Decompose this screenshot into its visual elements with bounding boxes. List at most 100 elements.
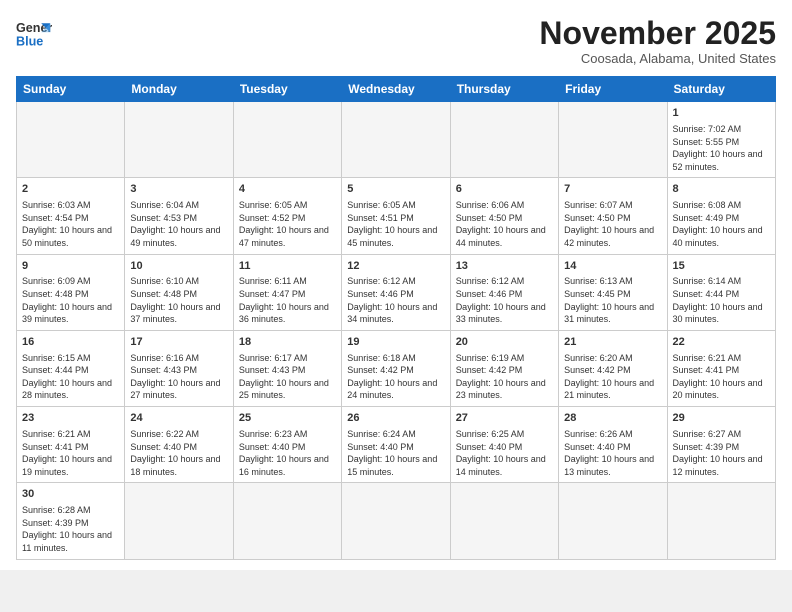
day-number: 8 bbox=[673, 182, 770, 197]
day-cell bbox=[450, 102, 558, 178]
day-info: Sunrise: 6:17 AM Sunset: 4:43 PM Dayligh… bbox=[239, 352, 336, 402]
day-info: Sunrise: 6:24 AM Sunset: 4:40 PM Dayligh… bbox=[347, 428, 444, 478]
day-cell: 13Sunrise: 6:12 AM Sunset: 4:46 PM Dayli… bbox=[450, 254, 558, 330]
day-number: 21 bbox=[564, 335, 661, 350]
title-block: November 2025 Coosada, Alabama, United S… bbox=[539, 16, 776, 66]
location: Coosada, Alabama, United States bbox=[539, 51, 776, 66]
day-cell bbox=[125, 483, 233, 559]
day-cell: 11Sunrise: 6:11 AM Sunset: 4:47 PM Dayli… bbox=[233, 254, 341, 330]
day-info: Sunrise: 6:13 AM Sunset: 4:45 PM Dayligh… bbox=[564, 275, 661, 325]
day-number: 7 bbox=[564, 182, 661, 197]
calendar: SundayMondayTuesdayWednesdayThursdayFrid… bbox=[16, 76, 776, 559]
day-cell: 9Sunrise: 6:09 AM Sunset: 4:48 PM Daylig… bbox=[17, 254, 125, 330]
day-cell: 16 Sunrise: 6:15 AM Sunset: 4:44 PM Dayli… bbox=[17, 330, 125, 406]
week-row-5: 30 Sunrise: 6:28 AM Sunset: 4:39 PM Dayli… bbox=[17, 483, 776, 559]
day-number: 2 bbox=[22, 182, 119, 197]
day-info: Sunrise: 6:19 AM Sunset: 4:42 PM Dayligh… bbox=[456, 352, 553, 402]
day-number: 18 bbox=[239, 335, 336, 350]
day-number: 13 bbox=[456, 259, 553, 274]
day-number: 22 bbox=[673, 335, 770, 350]
day-number: 30 bbox=[22, 487, 119, 502]
day-cell bbox=[17, 102, 125, 178]
day-number: 5 bbox=[347, 182, 444, 197]
day-cell: 25Sunrise: 6:23 AM Sunset: 4:40 PM Dayli… bbox=[233, 407, 341, 483]
day-cell bbox=[125, 102, 233, 178]
day-cell bbox=[342, 483, 450, 559]
day-cell bbox=[233, 102, 341, 178]
day-info: Sunrise: 6:15 AM Sunset: 4:44 PM Dayligh… bbox=[22, 352, 119, 402]
day-cell: 8 Sunrise: 6:08 AM Sunset: 4:49 PM Daylig… bbox=[667, 178, 775, 254]
day-info: Sunrise: 6:28 AM Sunset: 4:39 PM Dayligh… bbox=[22, 504, 119, 554]
day-cell: 5 Sunrise: 6:05 AM Sunset: 4:51 PM Daylig… bbox=[342, 178, 450, 254]
day-cell: 1Sunrise: 7:02 AM Sunset: 5:55 PM Daylig… bbox=[667, 102, 775, 178]
day-number: 26 bbox=[347, 411, 444, 426]
day-number: 23 bbox=[22, 411, 119, 426]
day-number: 24 bbox=[130, 411, 227, 426]
header: General Blue November 2025 Coosada, Alab… bbox=[16, 16, 776, 66]
day-cell: 14Sunrise: 6:13 AM Sunset: 4:45 PM Dayli… bbox=[559, 254, 667, 330]
day-cell: 26 Sunrise: 6:24 AM Sunset: 4:40 PM Dayli… bbox=[342, 407, 450, 483]
day-cell: 15Sunrise: 6:14 AM Sunset: 4:44 PM Dayli… bbox=[667, 254, 775, 330]
day-info: Sunrise: 6:06 AM Sunset: 4:50 PM Dayligh… bbox=[456, 199, 553, 249]
day-cell bbox=[233, 483, 341, 559]
col-header-saturday: Saturday bbox=[667, 77, 775, 102]
col-header-friday: Friday bbox=[559, 77, 667, 102]
day-number: 27 bbox=[456, 411, 553, 426]
day-number: 28 bbox=[564, 411, 661, 426]
day-cell bbox=[559, 102, 667, 178]
day-cell: 24Sunrise: 6:22 AM Sunset: 4:40 PM Dayli… bbox=[125, 407, 233, 483]
svg-text:Blue: Blue bbox=[16, 35, 43, 49]
col-header-sunday: Sunday bbox=[17, 77, 125, 102]
day-info: Sunrise: 6:14 AM Sunset: 4:44 PM Dayligh… bbox=[673, 275, 770, 325]
day-number: 10 bbox=[130, 259, 227, 274]
day-info: Sunrise: 6:23 AM Sunset: 4:40 PM Dayligh… bbox=[239, 428, 336, 478]
day-number: 15 bbox=[673, 259, 770, 274]
col-header-monday: Monday bbox=[125, 77, 233, 102]
day-cell: 30 Sunrise: 6:28 AM Sunset: 4:39 PM Dayli… bbox=[17, 483, 125, 559]
day-cell: 19Sunrise: 6:18 AM Sunset: 4:42 PM Dayli… bbox=[342, 330, 450, 406]
day-cell: 23 Sunrise: 6:21 AM Sunset: 4:41 PM Dayli… bbox=[17, 407, 125, 483]
logo-icon: General Blue bbox=[16, 16, 52, 52]
week-row-2: 9Sunrise: 6:09 AM Sunset: 4:48 PM Daylig… bbox=[17, 254, 776, 330]
day-info: Sunrise: 6:09 AM Sunset: 4:48 PM Dayligh… bbox=[22, 275, 119, 325]
day-cell: 27Sunrise: 6:25 AM Sunset: 4:40 PM Dayli… bbox=[450, 407, 558, 483]
day-info: Sunrise: 6:08 AM Sunset: 4:49 PM Dayligh… bbox=[673, 199, 770, 249]
day-number: 6 bbox=[456, 182, 553, 197]
day-info: Sunrise: 6:12 AM Sunset: 4:46 PM Dayligh… bbox=[456, 275, 553, 325]
day-number: 20 bbox=[456, 335, 553, 350]
day-info: Sunrise: 6:16 AM Sunset: 4:43 PM Dayligh… bbox=[130, 352, 227, 402]
day-info: Sunrise: 6:03 AM Sunset: 4:54 PM Dayligh… bbox=[22, 199, 119, 249]
day-cell: 4 Sunrise: 6:05 AM Sunset: 4:52 PM Daylig… bbox=[233, 178, 341, 254]
month-title: November 2025 bbox=[539, 16, 776, 51]
calendar-header-row: SundayMondayTuesdayWednesdayThursdayFrid… bbox=[17, 77, 776, 102]
day-number: 4 bbox=[239, 182, 336, 197]
day-number: 16 bbox=[22, 335, 119, 350]
day-number: 1 bbox=[673, 106, 770, 121]
day-info: Sunrise: 6:05 AM Sunset: 4:51 PM Dayligh… bbox=[347, 199, 444, 249]
col-header-thursday: Thursday bbox=[450, 77, 558, 102]
week-row-0: 1Sunrise: 7:02 AM Sunset: 5:55 PM Daylig… bbox=[17, 102, 776, 178]
day-info: Sunrise: 6:12 AM Sunset: 4:46 PM Dayligh… bbox=[347, 275, 444, 325]
day-number: 29 bbox=[673, 411, 770, 426]
day-number: 14 bbox=[564, 259, 661, 274]
day-number: 3 bbox=[130, 182, 227, 197]
day-cell: 2 Sunrise: 6:03 AM Sunset: 4:54 PM Daylig… bbox=[17, 178, 125, 254]
week-row-4: 23 Sunrise: 6:21 AM Sunset: 4:41 PM Dayli… bbox=[17, 407, 776, 483]
week-row-1: 2 Sunrise: 6:03 AM Sunset: 4:54 PM Daylig… bbox=[17, 178, 776, 254]
day-info: Sunrise: 6:05 AM Sunset: 4:52 PM Dayligh… bbox=[239, 199, 336, 249]
day-cell bbox=[342, 102, 450, 178]
day-cell: 29Sunrise: 6:27 AM Sunset: 4:39 PM Dayli… bbox=[667, 407, 775, 483]
day-number: 12 bbox=[347, 259, 444, 274]
day-info: Sunrise: 6:04 AM Sunset: 4:53 PM Dayligh… bbox=[130, 199, 227, 249]
day-cell: 10Sunrise: 6:10 AM Sunset: 4:48 PM Dayli… bbox=[125, 254, 233, 330]
day-number: 17 bbox=[130, 335, 227, 350]
day-info: Sunrise: 6:26 AM Sunset: 4:40 PM Dayligh… bbox=[564, 428, 661, 478]
day-cell bbox=[667, 483, 775, 559]
day-number: 9 bbox=[22, 259, 119, 274]
day-info: Sunrise: 6:21 AM Sunset: 4:41 PM Dayligh… bbox=[22, 428, 119, 478]
day-cell: 3 Sunrise: 6:04 AM Sunset: 4:53 PM Daylig… bbox=[125, 178, 233, 254]
day-cell: 7Sunrise: 6:07 AM Sunset: 4:50 PM Daylig… bbox=[559, 178, 667, 254]
day-cell: 17 Sunrise: 6:16 AM Sunset: 4:43 PM Dayli… bbox=[125, 330, 233, 406]
day-cell bbox=[450, 483, 558, 559]
day-cell: 22Sunrise: 6:21 AM Sunset: 4:41 PM Dayli… bbox=[667, 330, 775, 406]
